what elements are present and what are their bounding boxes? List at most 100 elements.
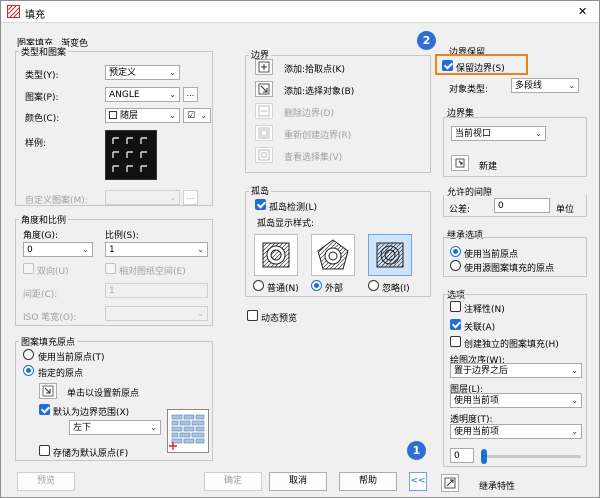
angle-select[interactable]: 0 ⌄ <box>23 242 93 257</box>
iso-pen-select[interactable]: ⌄ <box>105 306 208 321</box>
layer-select[interactable]: 使用当前项 ⌄ <box>450 393 582 408</box>
transparency-select[interactable]: 使用当前项 ⌄ <box>450 424 582 439</box>
transparency-slider-track[interactable] <box>481 455 581 458</box>
view-selection-button[interactable] <box>255 147 273 163</box>
cancel-button[interactable]: 取消 <box>269 472 327 491</box>
inherit-properties-button[interactable] <box>441 474 459 492</box>
hatch-app-icon <box>7 5 20 18</box>
annotative-label: 注释性(N) <box>464 305 505 315</box>
add-select-object-button[interactable] <box>255 81 273 97</box>
inherit-properties-label: 继承特性 <box>479 482 516 492</box>
new-set-icon <box>455 158 465 168</box>
origin-group-label: 图案填充原点 <box>19 335 78 348</box>
use-current-origin-label: 使用当前原点(T) <box>38 353 105 363</box>
add-pick-point-label[interactable]: 添加:拾取点(K) <box>284 62 345 75</box>
scale-select[interactable]: 1 ⌄ <box>105 242 208 257</box>
click-set-origin-label: 单击以设置新原点 <box>67 389 140 399</box>
default-extents-checkbox[interactable] <box>39 404 50 415</box>
chevron-down-icon: ⌄ <box>571 427 578 436</box>
inherit-use-current-label: 使用当前原点 <box>464 250 519 260</box>
island-ignore-label: 忽略(I) <box>382 284 410 294</box>
new-boundary-set-button[interactable] <box>451 155 469 171</box>
type-pattern-group-label: 类型和图案 <box>19 45 69 58</box>
angle-scale-group-label: 角度和比例 <box>19 213 69 226</box>
transparency-slider-thumb[interactable] <box>481 449 487 464</box>
bgcolor-select[interactable]: ☑ ⌄ <box>183 108 211 123</box>
boundary-set-select[interactable]: 当前视口 ⌄ <box>451 126 546 141</box>
island-ignore-preview[interactable] <box>368 234 412 276</box>
retain-boundary-label: 保留边界(S) <box>456 64 505 74</box>
default-extents-label: 默认为边界范围(X) <box>53 408 130 418</box>
annotative-checkbox[interactable] <box>450 301 461 312</box>
help-button[interactable]: 帮助 <box>339 472 397 491</box>
window-title: 填充 <box>25 10 45 21</box>
origin-preview-icon <box>167 409 209 453</box>
collapse-button[interactable]: << <box>409 472 427 491</box>
store-default-origin-checkbox[interactable] <box>39 445 50 456</box>
island-outer-label: 外部 <box>325 284 344 294</box>
remove-boundary-button[interactable] <box>255 103 273 119</box>
separate-hatch-checkbox[interactable] <box>450 336 461 347</box>
color-swatch <box>109 111 117 119</box>
island-outer-preview[interactable] <box>311 234 355 276</box>
islands-group-label: 孤岛 <box>249 184 272 197</box>
double-label: 双向(U) <box>37 267 69 277</box>
object-type-select[interactable]: 多段线 ⌄ <box>511 78 579 93</box>
retain-boundary-checkbox[interactable] <box>442 60 453 71</box>
chevron-down-icon: ⌄ <box>568 81 575 90</box>
tolerance-input[interactable]: 0 <box>494 198 550 213</box>
custom-pattern-select[interactable]: ⌄ <box>105 190 180 205</box>
draw-order-select[interactable]: 置于边界之后 ⌄ <box>450 363 582 378</box>
hatch-dialog: 填充 ✕ 图案填充 渐变色 类型和图案 类型(Y): 预定义 ⌄ 图案(P): A… <box>0 0 600 498</box>
specified-origin-radio[interactable] <box>23 365 34 376</box>
custom-pattern-label: 自定义图案(M): <box>25 196 88 206</box>
island-outer-radio[interactable] <box>311 280 322 291</box>
view-selection-label[interactable]: 查看选择集(V) <box>284 150 342 163</box>
pattern-sample-swatch[interactable] <box>105 130 157 180</box>
click-set-origin-button[interactable] <box>39 383 57 399</box>
close-icon[interactable]: ✕ <box>578 5 587 18</box>
sample-label: 样例: <box>25 139 47 149</box>
associative-checkbox[interactable] <box>450 319 461 330</box>
add-select-object-label[interactable]: 添加:选择对象(B) <box>284 84 354 97</box>
island-normal-preview[interactable] <box>254 234 298 276</box>
island-ignore-icon <box>376 242 404 268</box>
recreate-boundary-button[interactable] <box>255 125 273 141</box>
inherit-use-current-radio[interactable] <box>450 246 461 257</box>
island-detect-label: 孤岛检测(L) <box>269 203 318 213</box>
chevron-down-icon: ⌄ <box>571 366 578 375</box>
remove-boundary-icon <box>258 105 270 117</box>
object-type-label: 对象类型: <box>449 85 489 95</box>
inherit-use-source-radio[interactable] <box>450 260 461 271</box>
pattern-select[interactable]: ANGLE ⌄ <box>105 87 180 102</box>
island-ignore-radio[interactable] <box>368 280 379 291</box>
add-pick-point-button[interactable] <box>255 59 273 75</box>
use-current-origin-radio[interactable] <box>23 349 34 360</box>
dynamic-preview-checkbox[interactable] <box>247 310 258 321</box>
double-checkbox[interactable] <box>23 263 34 274</box>
color-select[interactable]: 随层 ⌄ <box>105 108 180 123</box>
recreate-boundary-label[interactable]: 重新创建边界(R) <box>284 128 351 141</box>
custom-pattern-browse-button[interactable]: ... <box>183 190 198 205</box>
scale-label: 比例(S): <box>105 231 139 241</box>
island-normal-radio[interactable] <box>253 280 264 291</box>
tolerance-label: 公差: <box>449 205 471 215</box>
chevron-down-icon: ⌄ <box>169 193 176 202</box>
pattern-browse-button[interactable]: ... <box>183 87 198 102</box>
chevron-down-icon: ⌄ <box>571 396 578 405</box>
remove-boundary-label[interactable]: 删除边界(D) <box>284 106 334 119</box>
pattern-label: 图案(P): <box>25 93 59 103</box>
preview-button[interactable]: 预览 <box>17 472 75 491</box>
transparency-value-input[interactable]: 0 <box>450 448 474 463</box>
spacing-input[interactable]: 1 <box>105 283 208 298</box>
ok-button[interactable]: 确定 <box>204 472 262 491</box>
color-label: 颜色(C): <box>25 114 60 124</box>
type-select[interactable]: 预定义 ⌄ <box>105 65 180 80</box>
origin-position-select[interactable]: 左下 ⌄ <box>69 420 161 435</box>
pick-point-icon <box>42 385 54 397</box>
tolerance-unit: 单位 <box>556 205 575 215</box>
pick-point-icon <box>258 61 270 73</box>
chevron-down-icon: ⌄ <box>169 90 176 99</box>
relative-paper-checkbox[interactable] <box>105 263 116 274</box>
island-detect-checkbox[interactable] <box>255 199 266 210</box>
